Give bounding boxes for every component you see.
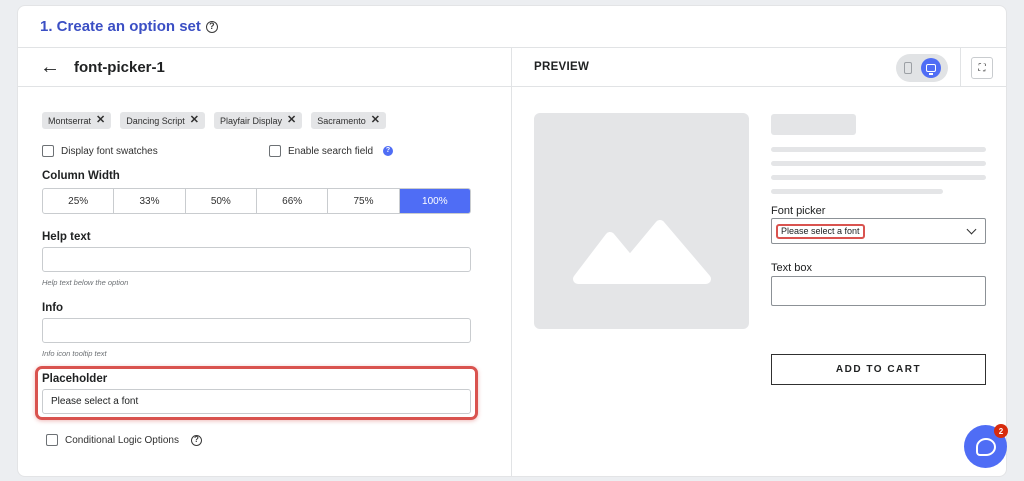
preview-header: PREVIEW ⛶: [512, 48, 1006, 87]
font-picker-select[interactable]: Please select a font: [771, 218, 986, 244]
checkbox-box[interactable]: [42, 145, 54, 157]
font-tag: Dancing Script ✕: [120, 112, 205, 129]
product-image-placeholder: [534, 113, 749, 329]
placeholder-input[interactable]: Please select a font: [42, 389, 471, 414]
skeleton-line: [771, 175, 986, 180]
editor-panel: ← font-picker-1 Montserrat ✕ Dancing Scri…: [18, 48, 512, 476]
checkbox-box[interactable]: [269, 145, 281, 157]
add-to-cart-button[interactable]: ADD TO CART: [771, 354, 986, 385]
back-arrow-icon[interactable]: ←: [40, 57, 60, 77]
notification-badge: 2: [994, 424, 1008, 438]
fullscreen-icon[interactable]: ⛶: [971, 57, 993, 79]
chat-button[interactable]: 2: [964, 424, 1008, 468]
preview-title: PREVIEW: [534, 61, 590, 73]
option-name: font-picker-1: [74, 58, 165, 76]
remove-tag-icon[interactable]: ✕: [371, 115, 380, 126]
column-width-option[interactable]: 50%: [186, 189, 257, 213]
monitor-shape: [925, 64, 936, 75]
column-width-option[interactable]: 75%: [328, 189, 400, 213]
header-divider: [960, 48, 961, 87]
help-icon[interactable]: ?: [190, 434, 202, 446]
help-text-label: Help text: [42, 231, 91, 243]
remove-tag-icon[interactable]: ✕: [287, 115, 296, 126]
font-tag: Playfair Display ✕: [213, 112, 303, 129]
device-toggle: [896, 54, 948, 82]
text-box-label: Text box: [771, 262, 812, 274]
page-title: 1. Create an option set: [40, 18, 201, 35]
placeholder-label: Placeholder: [42, 373, 108, 385]
help-icon[interactable]: ?: [205, 20, 218, 33]
font-picker-placeholder: Please select a font: [776, 224, 865, 239]
checkbox-label: Display font swatches: [61, 145, 158, 157]
option-set-card: 1. Create an option set ? ← font-picker-…: [17, 5, 1007, 477]
remove-tag-icon[interactable]: ✕: [96, 115, 105, 126]
conditional-logic-checkbox[interactable]: Conditional Logic Options ?: [46, 434, 202, 446]
info-hint: Info icon tooltip text: [42, 349, 107, 358]
chevron-down-icon: [966, 224, 977, 235]
display-swatches-checkbox[interactable]: Display font swatches: [42, 145, 158, 157]
font-picker-label: Font picker: [771, 205, 826, 217]
checkbox-label: Enable search field: [288, 145, 374, 157]
column-width-option[interactable]: 33%: [114, 189, 186, 213]
text-box-input[interactable]: [771, 276, 986, 306]
chat-icon: [975, 437, 996, 456]
skeleton-line: [771, 161, 986, 166]
column-width-option[interactable]: 25%: [43, 189, 115, 213]
font-tag: Sacramento ✕: [311, 112, 386, 129]
image-icon: [573, 220, 711, 284]
info-label: Info: [42, 302, 64, 314]
skeleton-line: [771, 147, 986, 152]
font-tag-label: Dancing Script: [126, 115, 185, 126]
preview-panel: PREVIEW ⛶ Font picker Please select a fo…: [512, 48, 1006, 476]
remove-tag-icon[interactable]: ✕: [190, 115, 199, 126]
checkbox-box[interactable]: [46, 434, 58, 446]
font-tag-label: Playfair Display: [219, 115, 283, 126]
column-width-selector: 25% 33% 50% 66% 75% 100%: [42, 188, 471, 214]
font-tag-label: Sacramento: [317, 115, 366, 126]
info-input[interactable]: [42, 318, 471, 343]
card-header: 1. Create an option set ?: [18, 6, 1006, 48]
skeleton-title: [771, 114, 856, 135]
column-width-label: Column Width: [42, 170, 120, 182]
desktop-icon[interactable]: [920, 58, 941, 78]
help-text-hint: Help text below the option: [42, 278, 129, 287]
font-tags: Montserrat ✕ Dancing Script ✕ Playfair Dis…: [42, 112, 386, 129]
skeleton-line: [771, 189, 943, 194]
font-tag: Montserrat ✕: [42, 112, 112, 129]
editor-header: ← font-picker-1: [18, 48, 511, 87]
info-icon[interactable]: ?: [383, 146, 394, 156]
column-width-option-selected[interactable]: 100%: [399, 189, 470, 213]
column-width-option[interactable]: 66%: [257, 189, 329, 213]
font-tag-label: Montserrat: [48, 115, 92, 126]
checkbox-label: Conditional Logic Options: [65, 434, 179, 446]
enable-search-checkbox[interactable]: Enable search field ?: [269, 145, 394, 157]
help-text-input[interactable]: [42, 247, 471, 272]
mobile-icon[interactable]: [903, 62, 912, 74]
